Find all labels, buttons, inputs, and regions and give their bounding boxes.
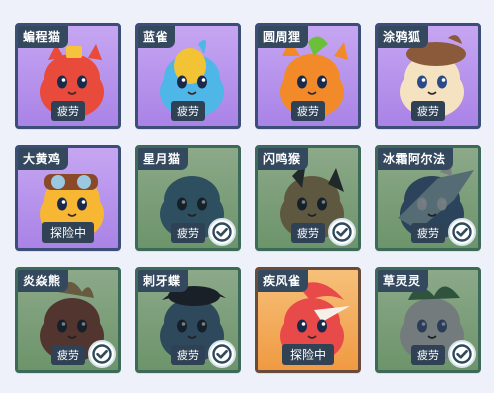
- pet-card[interactable]: 草灵灵疲劳: [375, 267, 481, 373]
- selected-check-icon: [448, 340, 476, 368]
- selected-check-icon: [328, 218, 356, 246]
- pet-name-label: 闪鸣猴: [258, 148, 308, 170]
- pet-name-label: 疾风雀: [258, 270, 308, 292]
- pet-card[interactable]: 蝙程猫疲劳: [15, 23, 121, 129]
- selected-check-icon: [208, 218, 236, 246]
- pet-card[interactable]: 炎焱熊疲劳: [15, 267, 121, 373]
- pet-name-label: 蝙程猫: [18, 26, 68, 48]
- pet-status-badge: 探险中: [41, 222, 95, 243]
- selected-check-icon: [448, 218, 476, 246]
- selected-check-icon: [88, 340, 116, 368]
- pet-card[interactable]: 圆周狸疲劳: [255, 23, 361, 129]
- pet-name-label: 涂鸦狐: [378, 26, 428, 48]
- pet-status-badge: 探险中: [281, 344, 335, 365]
- pet-status-badge: 疲劳: [411, 345, 445, 365]
- pet-card[interactable]: 涂鸦狐疲劳: [375, 23, 481, 129]
- pet-grid: 蝙程猫 疲劳 蓝雀 疲劳 圆周狸 疲劳 涂鸦狐 疲劳 大黄鸡 探险中 星月猫 疲…: [0, 0, 494, 393]
- pet-card[interactable]: 闪鸣猴疲劳: [255, 145, 361, 251]
- pet-status-badge: 疲劳: [411, 101, 445, 121]
- pet-status-badge: 疲劳: [51, 101, 85, 121]
- pet-name-label: 冰霜阿尔法: [378, 148, 453, 170]
- pet-status-badge: 疲劳: [171, 345, 205, 365]
- pet-status-badge: 疲劳: [291, 223, 325, 243]
- pet-status-badge: 疲劳: [171, 101, 205, 121]
- pet-card[interactable]: 疾风雀探险中: [255, 267, 361, 373]
- selected-check-icon: [208, 340, 236, 368]
- pet-status-badge: 疲劳: [171, 223, 205, 243]
- pet-card[interactable]: 星月猫疲劳: [135, 145, 241, 251]
- pet-status-badge: 疲劳: [291, 101, 325, 121]
- pet-name-label: 大黄鸡: [18, 148, 68, 170]
- pet-name-label: 炎焱熊: [18, 270, 68, 292]
- pet-status-badge: 疲劳: [411, 223, 445, 243]
- pet-name-label: 刺牙蝶: [138, 270, 188, 292]
- pet-card[interactable]: 蓝雀疲劳: [135, 23, 241, 129]
- pet-status-badge: 疲劳: [51, 345, 85, 365]
- pet-card[interactable]: 刺牙蝶疲劳: [135, 267, 241, 373]
- pet-name-label: 蓝雀: [138, 26, 176, 48]
- pet-name-label: 圆周狸: [258, 26, 308, 48]
- pet-card[interactable]: 大黄鸡探险中: [15, 145, 121, 251]
- pet-name-label: 星月猫: [138, 148, 188, 170]
- pet-name-label: 草灵灵: [378, 270, 428, 292]
- pet-card[interactable]: 冰霜阿尔法疲劳: [375, 145, 481, 251]
